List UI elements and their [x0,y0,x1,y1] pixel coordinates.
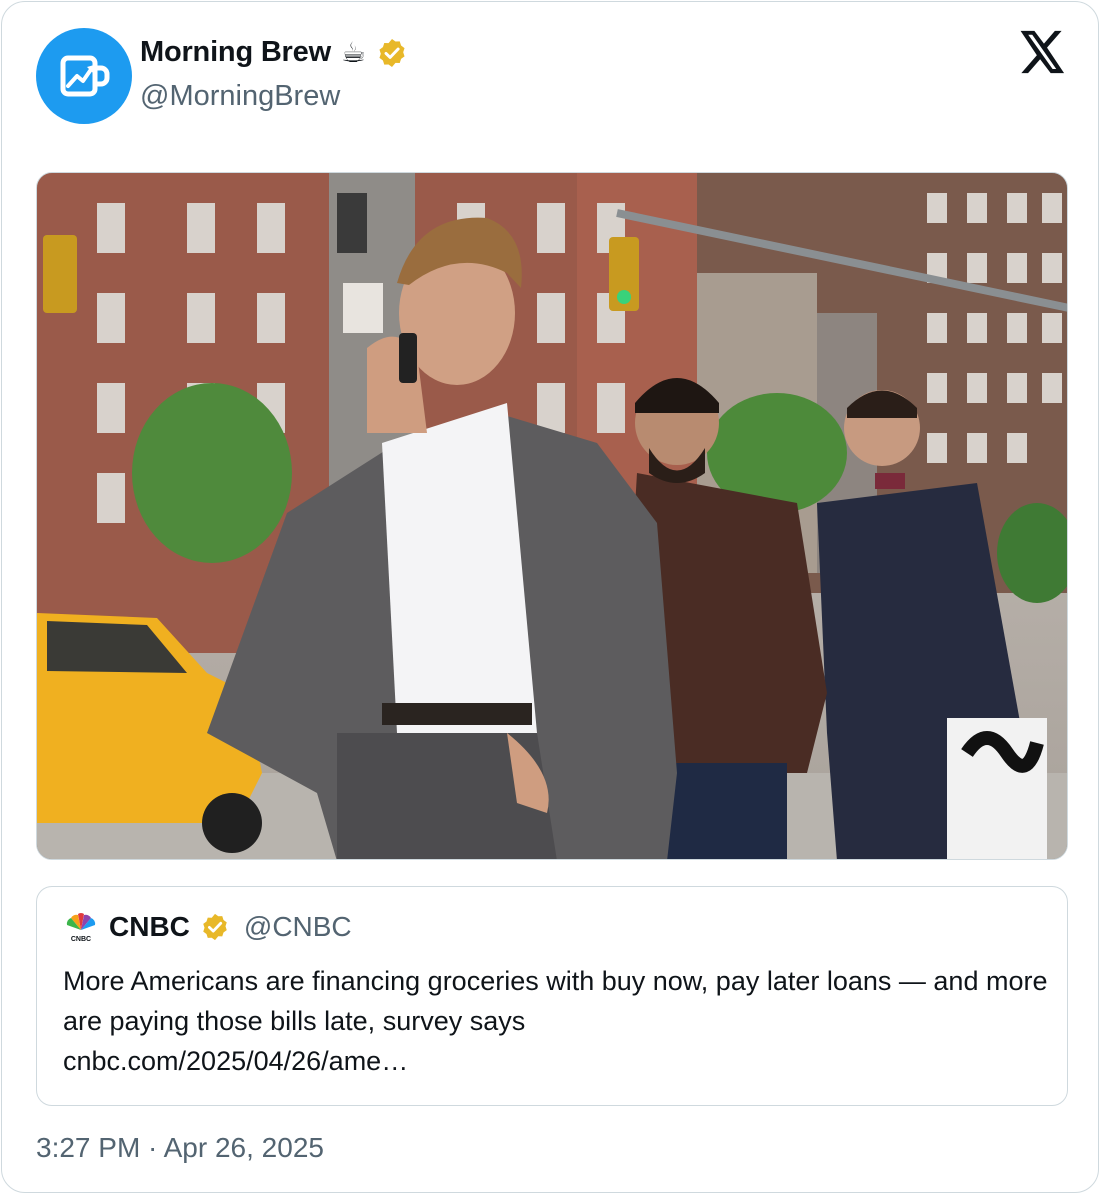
tweet-timestamp[interactable]: 3:27 PM · Apr 26, 2025 [36,1132,324,1164]
quoted-tweet-header: CNBC CNBC @CNBC [63,911,352,943]
author-handle[interactable]: @MorningBrew [140,80,340,113]
verified-badge-icon [203,913,227,941]
coffee-emoji-icon: ☕ [340,37,367,68]
author-display-name[interactable]: Morning Brew [140,36,331,69]
svg-text:CNBC: CNBC [71,936,91,942]
street-scene-image [37,173,1067,859]
author-name-row: Morning Brew ☕ [140,36,408,69]
verified-badge-icon [379,38,405,67]
mug-chart-icon [60,55,110,97]
tweet-card: Morning Brew ☕ @MorningBrew CNBC CNBC @C… [1,1,1099,1193]
author-avatar[interactable] [36,28,132,124]
quoted-tweet-text: More Americans are financing groceries w… [63,966,1048,1036]
x-logo-icon[interactable] [1020,30,1066,74]
tweet-media-photo[interactable] [36,172,1068,860]
quoted-author-name[interactable]: CNBC [109,911,190,943]
quoted-tweet[interactable]: CNBC CNBC @CNBC More Americans are finan… [36,886,1068,1106]
quoted-tweet-link[interactable]: cnbc.com/2025/04/26/ame… [63,1041,408,1081]
quoted-author-handle[interactable]: @CNBC [244,911,352,943]
cnbc-peacock-logo-icon: CNBC [66,913,96,942]
